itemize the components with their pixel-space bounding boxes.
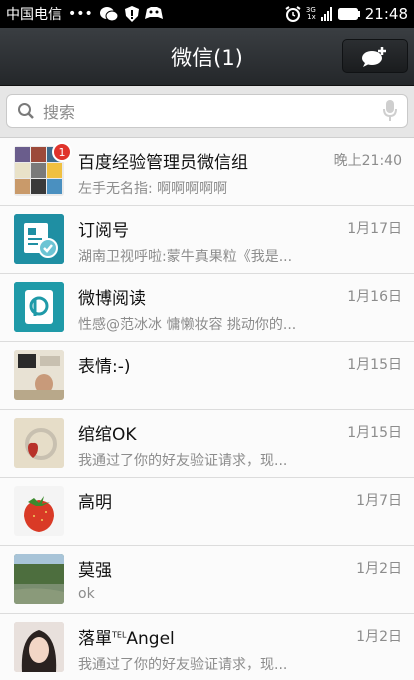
chat-item-wanwan[interactable]: 绾绾OK 我通过了你的好友验证请求，现... 1月15日: [0, 410, 414, 478]
network-type-indicator: 3G 1x: [306, 7, 316, 21]
wanwan-avatar: [14, 418, 64, 468]
page-title: 微信(1): [171, 45, 243, 70]
chat-preview: ok: [78, 586, 95, 602]
chat-item-subscriptions[interactable]: 订阅号 湖南卫视呼啦:蒙牛真果粒《我是... 1月17日: [0, 206, 414, 274]
chat-time: 1月2日: [356, 629, 402, 645]
emoticons-avatar: [14, 350, 64, 400]
search-bar-container: 搜索: [0, 86, 414, 138]
chat-preview: 湖南卫视呼啦:蒙牛真果粒《我是...: [78, 249, 293, 265]
reading-icon: [14, 282, 64, 332]
game-controller-icon: [144, 5, 163, 23]
chat-time: 1月17日: [347, 221, 402, 237]
chat-time: 1月15日: [347, 425, 402, 441]
chat-preview: 左手无名指: 啊啊啊啊啊: [78, 181, 228, 197]
signal-strength-icon: [320, 5, 333, 23]
wechat-icon: [99, 5, 119, 23]
chat-name: 表情:-): [78, 357, 131, 377]
chat-name-main: 落單: [78, 629, 112, 649]
chat-time: 晚上21:40: [333, 153, 402, 169]
chat-list: 1 百度经验管理员微信组 左手无名指: 啊啊啊啊啊 晚上21:40 订阅号 湖南…: [0, 138, 414, 680]
chat-time: 1月2日: [356, 561, 402, 577]
status-bar: 中国电信 ••• 3G 1x 21:48: [0, 0, 414, 28]
chat-preview: 我通过了你的好友验证请求，现...: [78, 657, 288, 673]
chat-time: 1月16日: [347, 289, 402, 305]
carrier-label: 中国电信: [6, 7, 62, 23]
network-1x-label: 1x: [307, 13, 316, 21]
chat-name: 订阅号: [78, 221, 129, 241]
chat-time: 1月7日: [356, 493, 402, 509]
chat-name: 微博阅读: [78, 289, 146, 309]
chat-preview: 性感@范冰冰 慵懒妆容 挑动你的...: [78, 317, 297, 333]
unread-badge: 1: [52, 142, 72, 162]
chat-name: 落單TELAngel: [78, 624, 175, 649]
title-bar: 微信(1): [0, 28, 414, 86]
chat-item-gaoming[interactable]: 高明 1月7日: [0, 478, 414, 546]
chat-item-weibo-reading[interactable]: 微博阅读 性感@范冰冰 慵懒妆容 挑动你的... 1月16日: [0, 274, 414, 342]
weibo-reading-avatar: [14, 282, 64, 332]
gaoming-avatar: [14, 486, 64, 536]
chat-name: 百度经验管理员微信组: [78, 153, 248, 173]
search-input[interactable]: 搜索: [6, 94, 408, 128]
more-notifications-dots: •••: [68, 6, 93, 22]
microphone-icon[interactable]: [383, 100, 397, 122]
alarm-clock-icon: [285, 5, 301, 23]
chat-name-sup: TEL: [112, 630, 127, 640]
new-chat-icon: [362, 47, 386, 67]
chat-preview: 我通过了你的好友验证请求，现...: [78, 453, 288, 469]
battery-icon: [337, 5, 360, 23]
moqiang-avatar: [14, 554, 64, 604]
angel-avatar: [14, 622, 64, 672]
chat-item-angel[interactable]: 落單TELAngel 我通过了你的好友验证请求，现... 1月2日: [0, 614, 414, 680]
subscriptions-icon: [14, 214, 64, 264]
chat-item-baidu-group[interactable]: 1 百度经验管理员微信组 左手无名指: 啊啊啊啊啊 晚上21:40: [0, 138, 414, 206]
chat-name: 绾绾OK: [78, 425, 137, 445]
clock-time: 21:48: [364, 5, 408, 23]
chat-item-emoticons[interactable]: 表情:-) 1月15日: [0, 342, 414, 410]
chat-name-suffix: Angel: [126, 629, 175, 649]
start-chat-button[interactable]: [342, 39, 408, 73]
subscriptions-avatar: [14, 214, 64, 264]
chat-time: 1月15日: [347, 357, 402, 373]
search-placeholder: 搜索: [43, 103, 76, 122]
search-icon: [18, 103, 34, 119]
chat-item-moqiang[interactable]: 莫强 ok 1月2日: [0, 546, 414, 614]
chat-name: 莫强: [78, 561, 112, 581]
chat-name: 高明: [78, 493, 112, 513]
shield-icon: [124, 5, 139, 23]
